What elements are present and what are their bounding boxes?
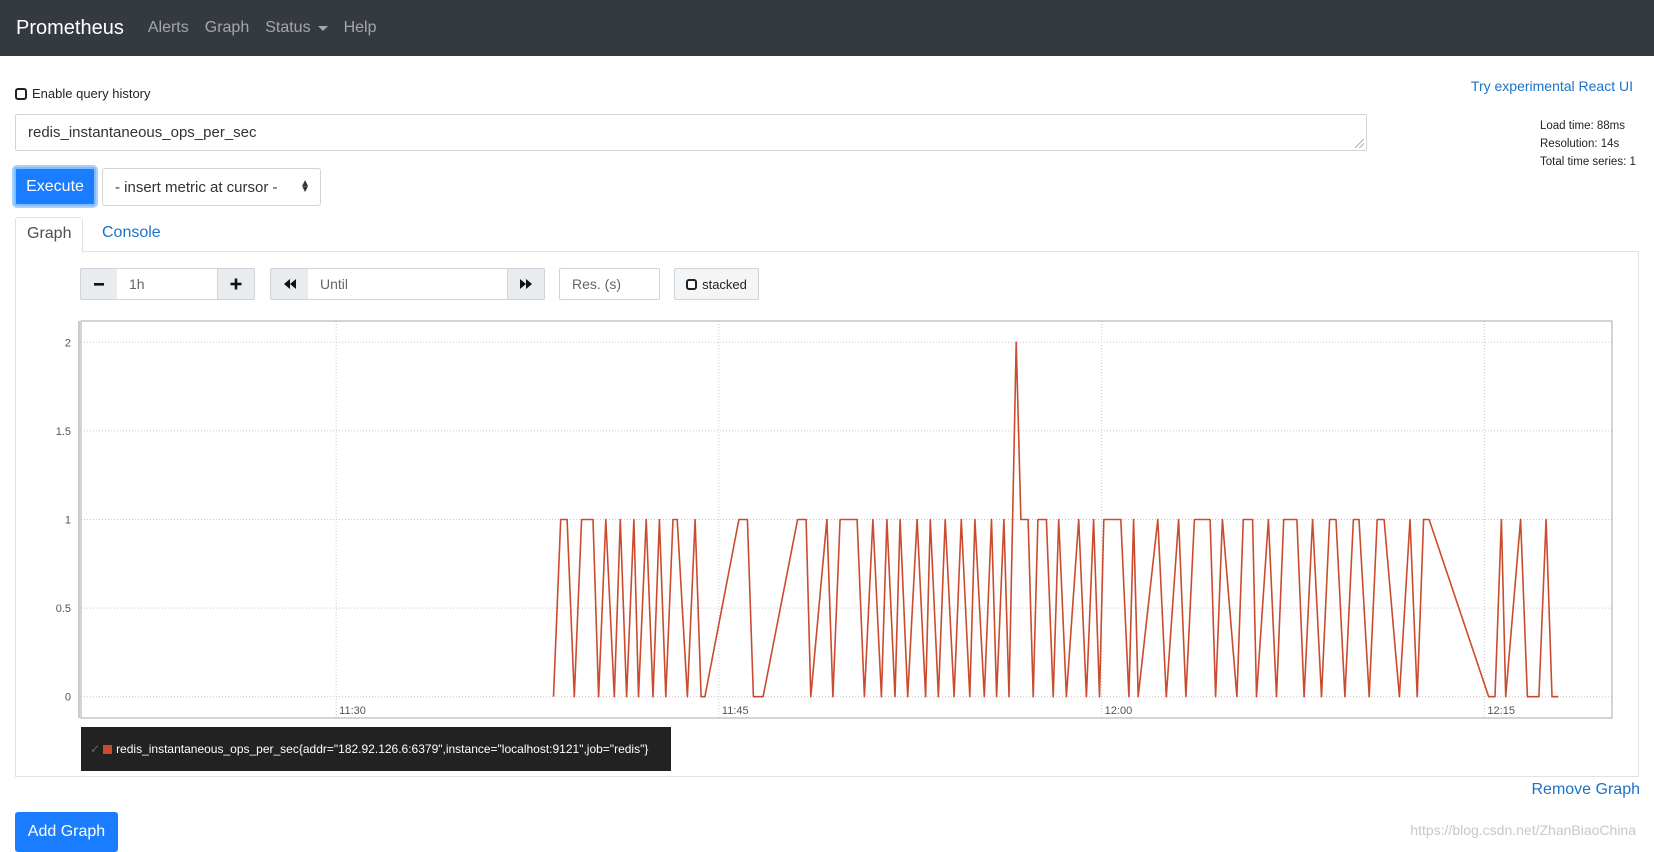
stacked-checkbox[interactable]	[686, 278, 698, 290]
line-chart: 0 0.5 1 1.5 2 11:30 11:45 12:00 12:15	[56, 320, 1613, 719]
expression-input[interactable]: redis_instantaneous_ops_per_sec	[15, 114, 1367, 151]
y-tick-label: 0	[65, 692, 71, 704]
query-history-checkbox[interactable]	[15, 87, 27, 100]
x-tick-label: 12:00	[1105, 705, 1133, 717]
resolution-placeholder: Res. (s)	[572, 276, 621, 292]
until-placeholder: Until	[320, 276, 349, 292]
nav-help[interactable]: Help	[344, 19, 377, 37]
stacked-label: stacked	[702, 276, 747, 292]
y-tick-label: 2	[65, 337, 71, 349]
watermark: https://blog.csdn.net/ZhanBiaoChina	[1410, 822, 1636, 838]
range-input[interactable]: 1h	[117, 268, 218, 300]
nav-alerts[interactable]: Alerts	[148, 19, 189, 37]
time-forward-button[interactable]	[507, 268, 545, 300]
query-history-label: Enable query history	[32, 86, 151, 101]
query-stats: Load time: 88ms Resolution: 14s Total ti…	[1540, 117, 1636, 171]
backward-icon	[283, 279, 296, 289]
stacked-toggle[interactable]: stacked	[674, 268, 759, 300]
sort-icon: ▲ ▼	[300, 178, 310, 195]
remove-graph-link[interactable]: Remove Graph	[1532, 781, 1641, 799]
legend-swatch	[103, 744, 113, 754]
brand-link[interactable]: Prometheus	[16, 17, 124, 40]
decrease-range-button[interactable]	[80, 268, 118, 300]
y-tick-label: 0.5	[56, 603, 71, 615]
plus-icon	[230, 278, 242, 290]
x-tick-label: 12:15	[1487, 705, 1515, 717]
react-ui-link[interactable]: Try experimental React UI	[1471, 78, 1633, 94]
expression-text: redis_instantaneous_ops_per_sec	[28, 124, 257, 141]
forward-icon	[520, 279, 532, 289]
nav-status[interactable]: Status	[265, 19, 328, 37]
x-tick-label: 11:30	[339, 705, 366, 717]
chart-legend[interactable]: ✓ redis_instantaneous_ops_per_sec{addr="…	[81, 727, 671, 771]
add-graph-button[interactable]: Add Graph	[15, 812, 118, 852]
y-tick-label: 1	[65, 515, 71, 527]
y-tick-label: 1.5	[56, 426, 71, 438]
total-series: Total time series: 1	[1540, 156, 1636, 168]
insert-metric-select[interactable]: - insert metric at cursor - ▲ ▼	[102, 168, 321, 206]
insert-metric-label: - insert metric at cursor -	[115, 178, 278, 196]
nav-graph[interactable]: Graph	[205, 19, 249, 37]
graph-console-tabs: Graph Console	[15, 217, 1639, 253]
range-value: 1h	[129, 276, 145, 292]
nav-status-label: Status	[265, 19, 311, 36]
minus-icon	[94, 283, 104, 286]
tab-graph[interactable]: Graph	[15, 217, 84, 253]
resolution-input[interactable]: Res. (s)	[559, 268, 660, 300]
top-navbar: Prometheus Alerts Graph Status Help	[0, 0, 1654, 56]
until-input[interactable]: Until	[308, 268, 508, 300]
query-history-toggle[interactable]: Enable query history	[15, 86, 151, 101]
load-time: Load time: 88ms	[1540, 120, 1626, 132]
resolution: Resolution: 14s	[1540, 138, 1620, 150]
increase-range-button[interactable]	[217, 268, 255, 300]
execute-button[interactable]: Execute	[14, 167, 96, 206]
tab-console[interactable]: Console	[91, 217, 172, 253]
resize-grip-icon[interactable]	[1355, 139, 1364, 148]
time-back-button[interactable]	[270, 268, 309, 300]
check-icon: ✓	[90, 742, 101, 756]
caret-down-icon	[317, 25, 328, 31]
x-tick-label: 11:45	[722, 705, 749, 717]
legend-series-label: redis_instantaneous_ops_per_sec{addr="18…	[116, 742, 649, 756]
